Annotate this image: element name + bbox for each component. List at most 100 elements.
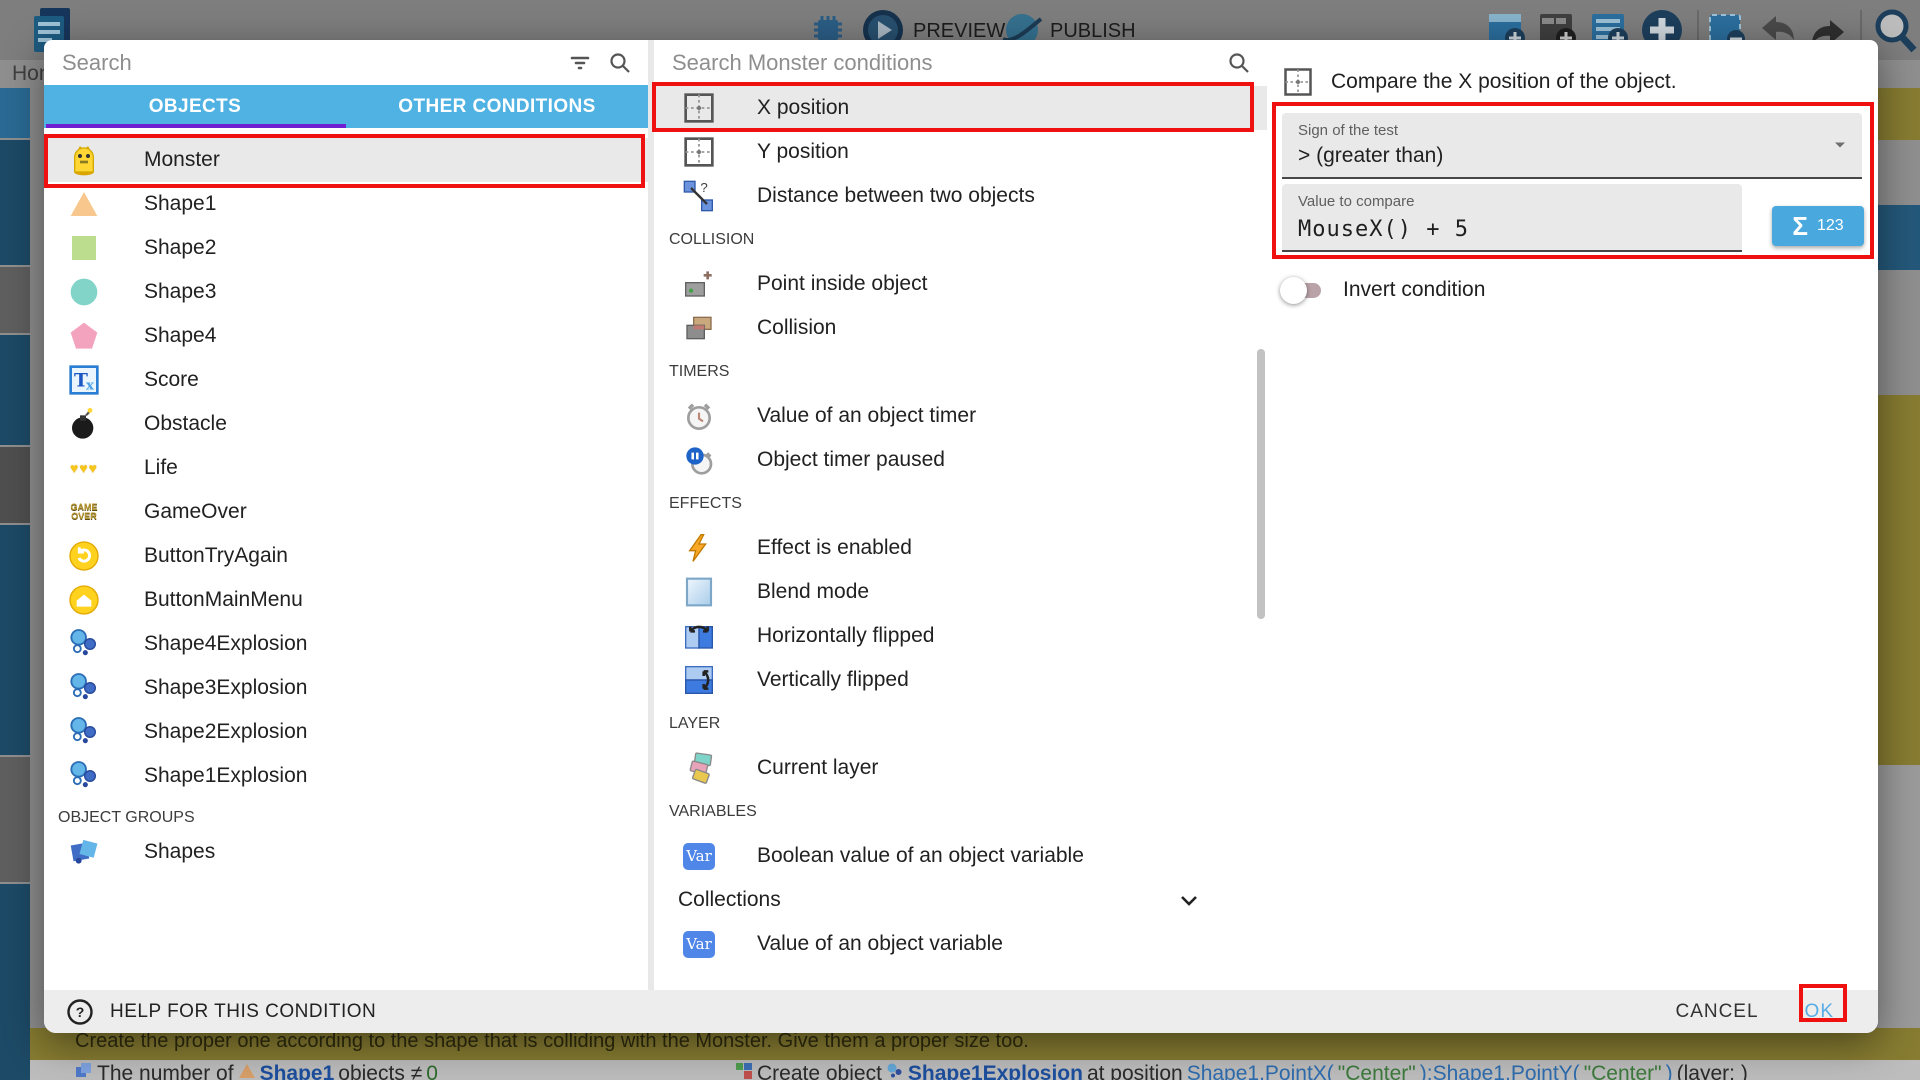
var-icon: Var: [682, 839, 716, 873]
object-label: GameOver: [144, 500, 247, 524]
condition-item-distance-between-two-objects[interactable]: ?Distance between two objects: [654, 174, 1267, 218]
filter-icon[interactable]: [568, 51, 592, 75]
object-item-shape4[interactable]: Shape4: [44, 314, 648, 358]
object-groups-header: OBJECT GROUPS: [44, 806, 648, 830]
condition-item-boolean-value-of-an-object-variable[interactable]: Var Boolean value of an object variable: [654, 834, 1267, 878]
invert-condition-toggle[interactable]: [1283, 283, 1321, 298]
explosion-icon: [68, 716, 100, 748]
object-label: Shape1Explosion: [144, 764, 307, 788]
score-icon: Tx: [68, 364, 100, 396]
shapes-group-icon: [68, 836, 100, 868]
condition-label: Boolean value of an object variable: [757, 844, 1084, 868]
object-item-obstacle[interactable]: Obstacle: [44, 402, 648, 446]
condition-item-vertically-flipped[interactable]: Vertically flipped: [654, 658, 1267, 702]
expression-editor-button[interactable]: Σ 123: [1772, 206, 1864, 246]
mini-expl-icon: [886, 1062, 904, 1080]
circle-icon: [68, 276, 100, 308]
scrollbar-thumb[interactable]: [1257, 349, 1265, 619]
objects-panel: OBJECTS OTHER CONDITIONS Monster Shape1 Sh…: [44, 40, 654, 990]
monster-icon: [68, 144, 100, 176]
object-item-shape3explosion[interactable]: Shape3Explosion: [44, 666, 648, 710]
objects-search-input[interactable]: [60, 49, 552, 77]
event-text-segment: The number of: [97, 1062, 234, 1080]
search-icon[interactable]: [608, 51, 632, 75]
condition-item-collision[interactable]: Collision: [654, 306, 1267, 350]
timer-icon: [682, 399, 716, 433]
condition-item-horizontally-flipped[interactable]: Horizontally flipped: [654, 614, 1267, 658]
conditions-search-input[interactable]: [670, 49, 1211, 77]
condition-item-value-of-an-object-timer[interactable]: Value of an object timer: [654, 394, 1267, 438]
tab-objects[interactable]: OBJECTS: [44, 85, 346, 128]
event-text-segment: Shape1: [260, 1062, 335, 1080]
section-header-timers: TIMERS: [654, 360, 1267, 384]
explosion-icon: [68, 760, 100, 792]
section-header-layer: LAYER: [654, 712, 1267, 736]
condition-item-blend-mode[interactable]: Blend mode: [654, 570, 1267, 614]
condition-item-effect-is-enabled[interactable]: Effect is enabled: [654, 526, 1267, 570]
object-item-monster[interactable]: Monster: [44, 138, 648, 182]
position-icon: [682, 135, 716, 169]
svg-text:?: ?: [700, 180, 707, 195]
object-item-buttonmainmenu[interactable]: ButtonMainMenu: [44, 578, 648, 622]
event-text-segment: 0: [426, 1062, 438, 1080]
collapsible-label: Collections: [678, 888, 781, 912]
gameover-icon: GAMEOVER: [68, 496, 100, 528]
var-icon: Var: [682, 927, 716, 961]
condition-label: X position: [757, 96, 849, 120]
chevron-down-icon: [1177, 888, 1201, 912]
object-item-gameover[interactable]: GAMEOVER GameOver: [44, 490, 648, 534]
object-label: Shape4: [144, 324, 216, 348]
group-label: Shapes: [144, 840, 215, 864]
object-item-score[interactable]: TxScore: [44, 358, 648, 402]
timer-paused-icon: [682, 443, 716, 477]
condition-item-value-of-an-object-variable[interactable]: VarValue of an object variable: [654, 922, 1267, 966]
event-text-segment: Shape1.PointX(: [1187, 1062, 1334, 1080]
cancel-button[interactable]: CANCEL: [1675, 1001, 1758, 1023]
value-to-compare-field[interactable]: Value to compare MouseX() + 5: [1282, 184, 1742, 252]
condition-item-point-inside-object[interactable]: Point inside object: [654, 262, 1267, 306]
object-item-shape2explosion[interactable]: Shape2Explosion: [44, 710, 648, 754]
value-to-compare-input[interactable]: MouseX() + 5: [1298, 217, 1469, 242]
help-link[interactable]: HELP FOR THIS CONDITION: [110, 1001, 376, 1023]
condition-item-current-layer[interactable]: Current layer: [654, 746, 1267, 790]
condition-item-x-position[interactable]: X position: [654, 86, 1267, 130]
object-item-buttontryagain[interactable]: ButtonTryAgain: [44, 534, 648, 578]
section-header-effects: EFFECTS: [654, 492, 1267, 516]
gdevelop-app: PREVIEW PUBLISH Hom: [0, 0, 1920, 1080]
condition-label: Current layer: [757, 756, 878, 780]
condition-label: Blend mode: [757, 580, 869, 604]
object-item-shape4explosion[interactable]: Shape4Explosion: [44, 622, 648, 666]
choose-condition-dialog: OBJECTS OTHER CONDITIONS Monster Shape1 Sh…: [44, 40, 1878, 1033]
section-header-collision: COLLISION: [654, 228, 1267, 252]
condition-header: Compare the X position of the object.: [1283, 67, 1677, 97]
event-text-segment: (layer: ): [1677, 1062, 1748, 1080]
zoom-search-icon[interactable]: [1872, 6, 1918, 54]
ok-button[interactable]: OK: [1805, 1001, 1834, 1023]
condition-label: Value of an object timer: [757, 404, 976, 428]
explosion-icon: [68, 628, 100, 660]
layers-icon: [682, 751, 716, 785]
condition-item-y-position[interactable]: Y position: [654, 130, 1267, 174]
object-label: ButtonTryAgain: [144, 544, 288, 568]
sigma-icon: Σ: [1792, 213, 1808, 239]
event-text-segment: "Center": [1584, 1062, 1662, 1080]
help-icon[interactable]: ?: [66, 998, 94, 1026]
hflip-icon: [682, 619, 716, 653]
object-label: Shape1: [144, 192, 216, 216]
object-label: Shape3: [144, 280, 216, 304]
object-list: Monster Shape1 Shape2 Shape3 Shape4 TxScoreOb…: [44, 128, 648, 990]
condition-item-object-timer-paused[interactable]: Object timer paused: [654, 438, 1267, 482]
tab-other-conditions[interactable]: OTHER CONDITIONS: [346, 85, 648, 128]
sign-of-test-select[interactable]: Sign of the test > (greater than): [1282, 113, 1862, 179]
object-item-shape1explosion[interactable]: Shape1Explosion: [44, 754, 648, 798]
collapsible-collections[interactable]: Collections: [654, 878, 1267, 922]
object-item-shape3[interactable]: Shape3: [44, 270, 648, 314]
object-item-life[interactable]: ♥♥♥Life: [44, 446, 648, 490]
point-inside-icon: [682, 267, 716, 301]
object-item-shape2[interactable]: Shape2: [44, 226, 648, 270]
event-condition-text: The number of Shape1 objects ≠ 0: [75, 1062, 438, 1080]
group-item-shapes[interactable]: Shapes: [44, 830, 648, 874]
panel-tabs: OBJECTS OTHER CONDITIONS: [44, 85, 648, 128]
sign-of-test-value: > (greater than): [1298, 144, 1443, 168]
object-item-shape1[interactable]: Shape1: [44, 182, 648, 226]
